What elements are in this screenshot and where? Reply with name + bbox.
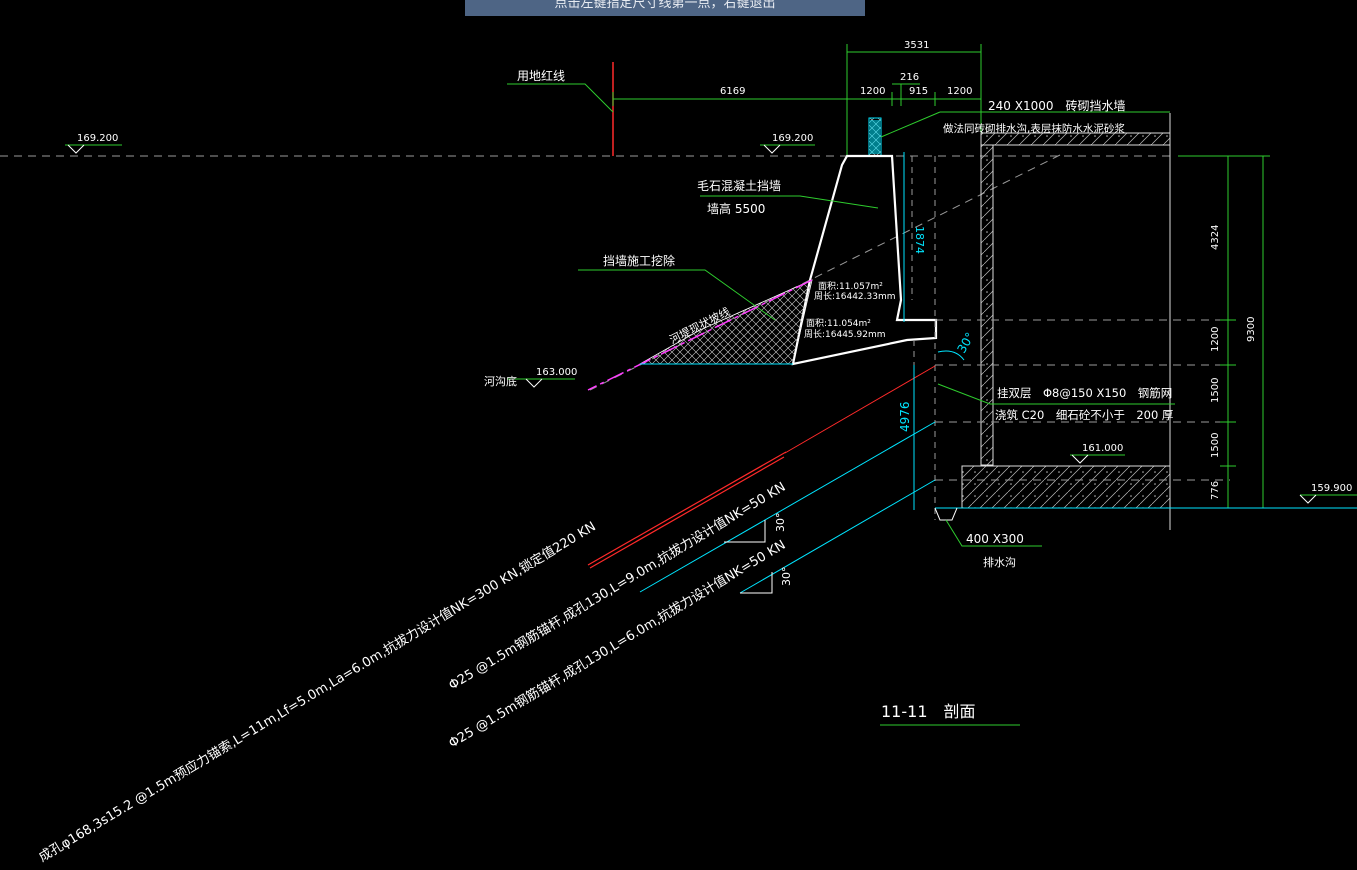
dim-right-2: 1200 [1210,327,1221,352]
dim-left-span: 6169 [720,86,745,97]
anchor3-label: Φ25 @1.5m钢筋锚杆,成孔130,L=6.0m,抗拔力设计值NK=50 K… [446,537,789,752]
dim-seg1: 1200 [860,86,885,97]
elev-label-5: 159.900 [1311,483,1352,494]
dim-right-1: 4324 [1210,225,1221,250]
brick-wall-label: 240 X1000 砖砌挡水墙 [988,98,1125,113]
brick-wall-leader [880,111,941,138]
dim-seg3: 915 [909,86,928,97]
dim-seg2: 216 [900,72,919,83]
area1-label: 面积:11.057m² [818,280,883,292]
dim-right-3: 1500 [1210,378,1221,403]
bottom-slab [961,465,1171,509]
elev-label-2: 169.200 [772,133,813,144]
dim-right-total: 9300 [1246,317,1257,342]
drain-ditch [934,507,958,521]
brick-top-slab [980,132,1171,146]
wall-height-label: 墙高 5500 [707,201,765,216]
elev-marker-2 [763,144,781,154]
elev-label-4: 161.000 [1082,443,1123,454]
anchor3-angle-text: 30° [780,567,793,587]
red-line-leader [507,83,614,113]
elev-marker-5 [1299,494,1317,504]
perim1-label: 周长:16442.33mm [814,290,896,302]
excavation-label: 挡墙施工挖除 [603,253,675,268]
elev-label-3: 163.000 [536,367,577,378]
elev-marker-3 [525,378,543,388]
anchor1-line [784,365,936,454]
elev-label-1: 169.200 [77,133,118,144]
right-wall [980,144,994,466]
mesh-label: 挂双层 Φ8@150 X150 钢筋网 [997,386,1172,400]
drain-label: 排水沟 [983,555,1016,569]
dim-total-top: 3531 [904,40,929,51]
shotcrete-label: 浇筑 C20 细石砼不小于 200 厚 [995,408,1173,422]
brick-wall-fill [870,120,880,154]
area2-label: 面积:11.054m² [806,317,871,329]
dim-seg4: 1200 [947,86,972,97]
elev-marker-1 [67,144,85,154]
anchor2-angle-text: 30° [774,513,787,533]
red-line-label: 用地红线 [517,68,565,83]
anchor2-line [639,421,936,593]
dim-right-5: 776 [1210,481,1221,500]
dim-right-4: 1500 [1210,433,1221,458]
cad-drawing-canvas[interactable]: 用地红线 169.200 169.200 3531 6169 1200 216 … [0,0,1357,870]
angle-top-text: 30° [954,330,977,355]
perim2-label: 周长:16445.92mm [804,328,886,340]
section-title: 11-11 剖面 [881,702,976,721]
elev-marker-4 [1071,454,1089,464]
anchor1-label: 成孔φ168,3s15.2 @1.5m预应力锚索,L=11m,Lf=5.0m,L… [36,518,599,865]
wall-h-text: 1874 [913,226,926,254]
river-bottom-label: 河沟底 [484,374,517,388]
anchor-len-text: 4976 [898,401,912,432]
drain-size-label: 400 X300 [966,532,1024,546]
wall-label: 毛石混凝土挡墙 [697,178,781,193]
